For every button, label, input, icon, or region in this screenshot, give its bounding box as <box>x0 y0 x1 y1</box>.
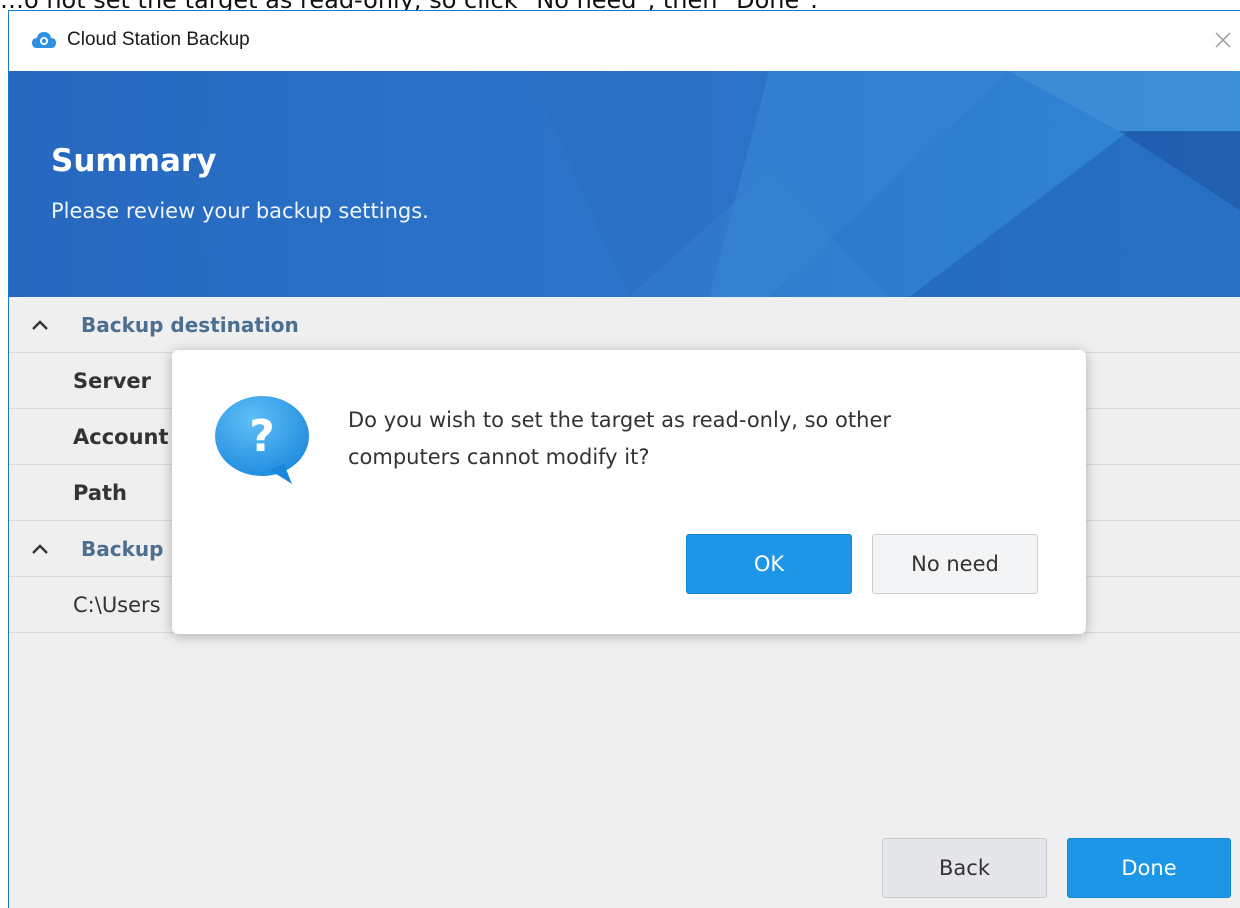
source-path: C:\Users <box>73 592 161 617</box>
close-icon[interactable] <box>1208 25 1238 55</box>
cloud-app-icon <box>32 32 56 48</box>
page-title: Summary <box>51 143 217 179</box>
dialog-message-line-1: Do you wish to set the target as read-on… <box>348 408 892 432</box>
svg-text:?: ? <box>249 411 275 462</box>
read-only-dialog: ? Do you wish to set the target as read-… <box>172 350 1086 634</box>
chevron-up-icon <box>32 319 48 330</box>
dialog-message-line-2: computers cannot modify it? <box>348 445 650 469</box>
field-label-account: Account <box>73 424 169 449</box>
chevron-up-icon <box>32 543 48 554</box>
window-title: Cloud Station Backup <box>67 29 250 50</box>
dialog-message: Do you wish to set the target as read-on… <box>348 402 1048 476</box>
summary-banner: Summary Please review your backup settin… <box>9 71 1240 297</box>
question-bubble-icon: ? <box>215 396 309 484</box>
no-need-button[interactable]: No need <box>872 534 1038 594</box>
field-label-server: Server <box>73 368 152 393</box>
section-header-backup-destination[interactable]: Backup destination <box>9 297 1240 353</box>
section-label: Backup <box>81 536 164 561</box>
done-button[interactable]: Done <box>1067 838 1231 898</box>
section-label: Backup destination <box>81 312 299 337</box>
back-button[interactable]: Back <box>882 838 1047 898</box>
page-subtitle: Please review your backup settings. <box>51 199 429 223</box>
title-bar: Cloud Station Backup <box>9 11 1240 71</box>
banner-background-pattern <box>529 71 1240 297</box>
ok-button[interactable]: OK <box>686 534 852 594</box>
field-label-path: Path <box>73 480 127 505</box>
